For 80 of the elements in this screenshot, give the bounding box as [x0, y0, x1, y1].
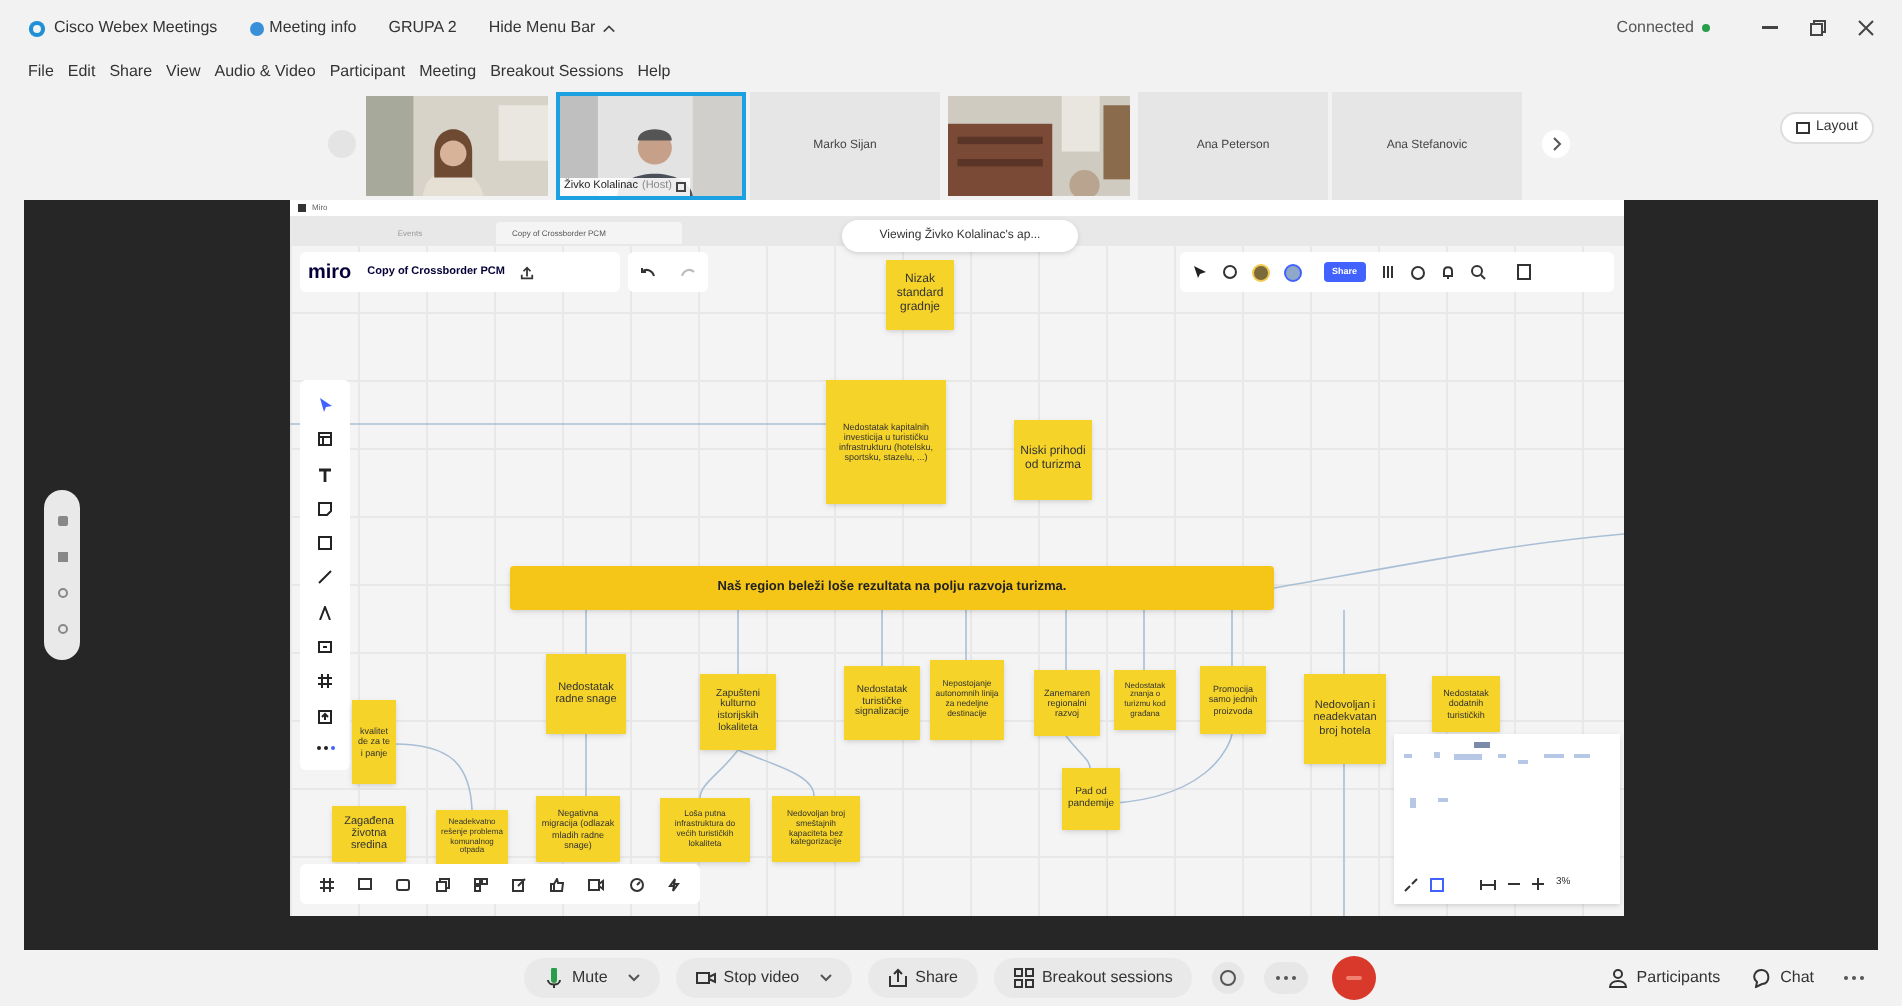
search-icon[interactable]	[1469, 264, 1486, 280]
grid-icon[interactable]	[473, 877, 488, 891]
participants-button[interactable]: Participants	[1600, 958, 1729, 998]
menu-item[interactable]: Share	[109, 60, 153, 84]
chat-bubble-icon	[1752, 968, 1773, 988]
menu-item[interactable]: File	[28, 60, 54, 84]
miro-app-icon	[298, 204, 306, 212]
bell-icon[interactable]	[1439, 264, 1456, 280]
fit-icon[interactable]	[1480, 877, 1496, 891]
grid-icon	[1013, 968, 1034, 988]
screen-share-icon	[675, 182, 686, 192]
connector-line	[1065, 609, 1067, 671]
restore-icon[interactable]	[1810, 20, 1826, 36]
export-icon[interactable]	[520, 265, 535, 279]
lightning-icon[interactable]	[667, 877, 680, 891]
caret-icon	[627, 974, 640, 982]
breakout-button[interactable]: Breakout sessions	[993, 958, 1193, 998]
connector-line	[585, 733, 587, 797]
minimize-icon[interactable]	[1762, 26, 1778, 30]
line-tool-icon[interactable]	[318, 570, 332, 585]
frames-icon[interactable]	[320, 877, 335, 891]
caret-icon	[819, 974, 832, 982]
share-button[interactable]: Share	[867, 958, 978, 998]
more-options-icon[interactable]	[1264, 962, 1309, 994]
more-icon[interactable]	[315, 743, 335, 752]
crop-icon[interactable]	[318, 674, 332, 689]
comment-icon[interactable]	[358, 877, 373, 891]
chat-button[interactable]: Chat	[1744, 958, 1822, 998]
app-logo-icon	[28, 19, 46, 37]
frame-icon[interactable]	[318, 639, 332, 654]
chevron-up-icon	[601, 23, 616, 33]
edit-icon[interactable]	[512, 877, 527, 891]
person-icon	[1608, 968, 1629, 988]
menu-item[interactable]: Breakout Sessions	[490, 60, 624, 84]
pen-icon[interactable]	[318, 605, 332, 620]
connector-line	[585, 609, 587, 655]
connector-line	[393, 743, 473, 811]
square-icon[interactable]	[318, 536, 332, 551]
connector-line	[881, 609, 883, 667]
video-camera-icon	[695, 968, 716, 988]
select-cursor-icon[interactable]	[319, 398, 331, 413]
connector-line	[737, 609, 739, 675]
video-camera-icon[interactable]	[588, 877, 605, 891]
cursor-icon[interactable]	[1192, 264, 1208, 280]
more-options-icon[interactable]	[1842, 974, 1866, 982]
thumbs-up-icon[interactable]	[550, 877, 565, 891]
menu-item[interactable]: View	[166, 60, 201, 84]
app-title: Cisco Webex Meetings	[54, 16, 218, 40]
collapse-icon[interactable]	[1404, 877, 1418, 891]
sliders-icon[interactable]	[1379, 264, 1396, 280]
text-tool-icon[interactable]	[318, 467, 332, 482]
close-icon[interactable]	[1858, 20, 1874, 36]
share-icon	[887, 968, 908, 988]
copy-icon[interactable]	[435, 877, 450, 891]
undo-icon[interactable]	[640, 266, 656, 278]
group-label: GRUPA 2	[388, 16, 457, 40]
connector-line	[1231, 609, 1233, 667]
hide-menu-bar-button[interactable]: Hide Menu Bar	[488, 16, 616, 40]
map-icon[interactable]	[1430, 877, 1444, 891]
microphone-icon	[544, 968, 564, 988]
upload-icon[interactable]	[318, 709, 332, 724]
mute-button[interactable]: Mute	[524, 958, 660, 998]
connector-line	[1143, 609, 1145, 671]
menu-item[interactable]: Audio & Video	[214, 60, 316, 84]
connector-line	[965, 609, 967, 661]
menu-item[interactable]: Edit	[67, 60, 96, 84]
connector-line	[1343, 609, 1345, 675]
connection-status: Connected	[1616, 16, 1694, 40]
template-icon[interactable]	[318, 432, 332, 447]
meeting-info-button[interactable]: Meeting info	[249, 16, 357, 40]
end-meeting-icon[interactable]	[1332, 956, 1377, 1000]
menu-item[interactable]: Participant	[329, 60, 406, 84]
layout-icon	[1795, 122, 1810, 134]
menu-item[interactable]: Meeting	[419, 60, 477, 84]
notes-icon[interactable]	[1515, 264, 1532, 280]
miro-logo: miro	[308, 259, 352, 287]
menu-item[interactable]: Help	[637, 60, 671, 84]
sticky-note-icon[interactable]	[318, 501, 332, 516]
card-icon[interactable]	[396, 877, 411, 891]
video-button[interactable]: Stop video	[675, 958, 852, 998]
